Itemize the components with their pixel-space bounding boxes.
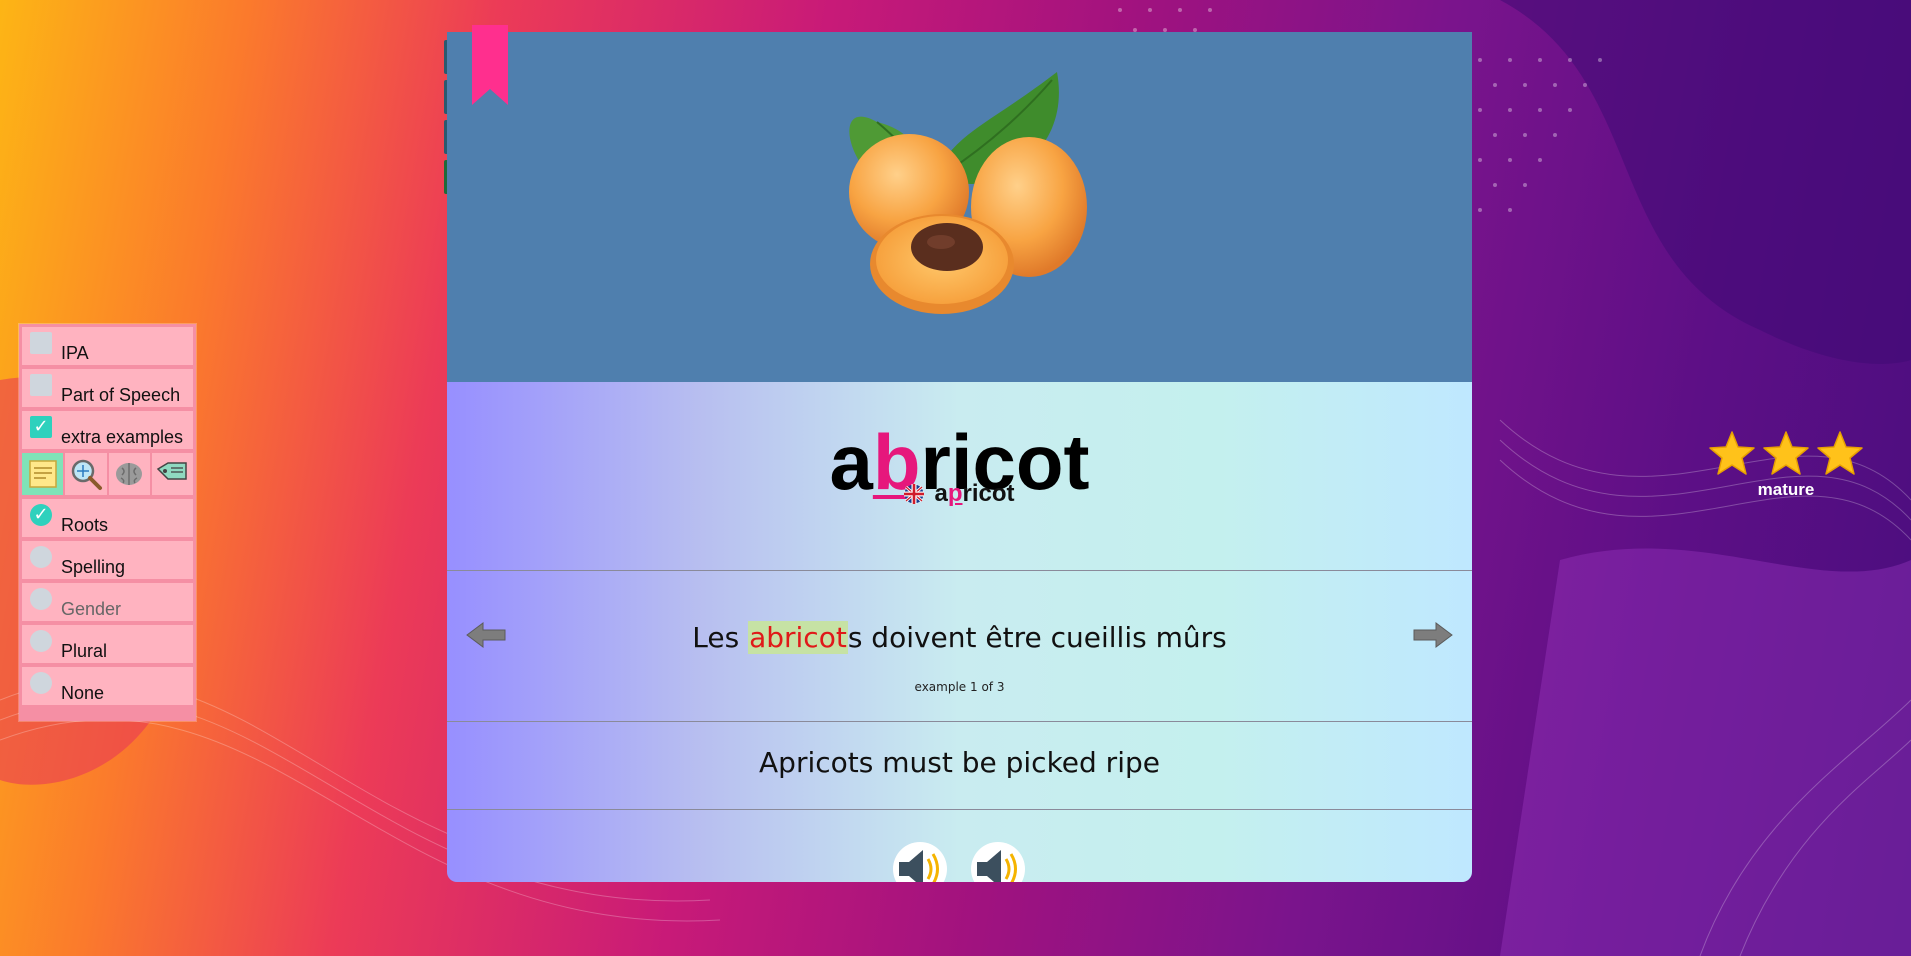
option-roots[interactable]: ✓ Roots (22, 499, 193, 537)
example-prefix: Les (692, 621, 749, 654)
word-section: abricot apricot (447, 382, 1472, 570)
gender-radio[interactable] (30, 588, 52, 610)
spelling-radio[interactable] (30, 546, 52, 568)
example-suffix: s doivent être cueillis mûrs (847, 621, 1227, 654)
word-translation: apricot (447, 480, 1472, 508)
image-panel (447, 32, 1472, 382)
option-label: None (61, 683, 105, 703)
option-none[interactable]: None (22, 667, 193, 705)
divider (447, 809, 1472, 810)
ipa-checkbox[interactable] (30, 332, 52, 354)
play-example-audio-button[interactable] (971, 842, 1025, 882)
maturity-rating: mature (1700, 430, 1872, 500)
speaker-icon (899, 850, 939, 882)
next-arrow-icon[interactable] (1410, 619, 1454, 651)
options-panel: IPA Part of Speech ✓ extra examples ✓ Ro… (19, 324, 196, 721)
speaker-icon (977, 850, 1017, 882)
option-spelling[interactable]: Spelling (22, 541, 193, 579)
magnifier-tool[interactable] (65, 453, 107, 495)
option-plural[interactable]: Plural (22, 625, 193, 663)
option-label: Part of Speech (61, 385, 181, 405)
apricot-image (849, 72, 1087, 314)
tag-tool[interactable] (151, 453, 193, 495)
bookmark-icon[interactable] (472, 25, 508, 105)
option-label: Spelling (61, 557, 126, 577)
option-extra-examples[interactable]: ✓ extra examples (22, 411, 193, 449)
rating-label: mature (1757, 480, 1815, 499)
example-highlight: abricot (748, 621, 848, 654)
option-label: Gender (61, 599, 122, 619)
star-icon (1817, 431, 1863, 475)
option-label: extra examples (61, 427, 184, 447)
magnifier-icon (71, 459, 102, 490)
notes-icon (28, 460, 57, 488)
translation-prefix: a (934, 480, 948, 507)
flashcard: abricot apricot Les abricots doivent êtr… (447, 32, 1472, 882)
brain-tool[interactable] (108, 453, 150, 495)
option-ipa[interactable]: IPA (22, 327, 193, 365)
translation-highlight: p (947, 480, 963, 507)
option-part-of-speech[interactable]: Part of Speech (22, 369, 193, 407)
none-radio[interactable] (30, 672, 52, 694)
option-label: Roots (61, 515, 109, 535)
extra-examples-checkbox[interactable]: ✓ (30, 416, 52, 438)
example-counter: example 1 of 3 (914, 680, 1005, 694)
tool-row (22, 453, 193, 495)
star-icon (1709, 431, 1755, 475)
brain-icon (116, 463, 143, 485)
play-audio-button[interactable] (893, 842, 947, 882)
example-translation: Apricots must be picked ripe (759, 746, 1160, 779)
star-row (1700, 430, 1872, 476)
audio-controls (447, 842, 1472, 882)
divider (447, 721, 1472, 722)
part-of-speech-checkbox[interactable] (30, 374, 52, 396)
example-sentence: Les abricots doivent être cueillis mûrs (447, 621, 1472, 654)
plural-radio[interactable] (30, 630, 52, 652)
notes-tool[interactable] (22, 453, 64, 495)
tag-icon (157, 462, 188, 480)
star-icon (1763, 431, 1809, 475)
option-label: IPA (61, 343, 89, 363)
roots-radio[interactable]: ✓ (30, 504, 52, 526)
example-section: Les abricots doivent être cueillis mûrs … (447, 571, 1472, 721)
option-gender[interactable]: Gender (22, 583, 193, 621)
translation-suffix: ricot (962, 480, 1015, 507)
option-label: Plural (61, 641, 108, 661)
uk-flag-icon (904, 484, 925, 504)
